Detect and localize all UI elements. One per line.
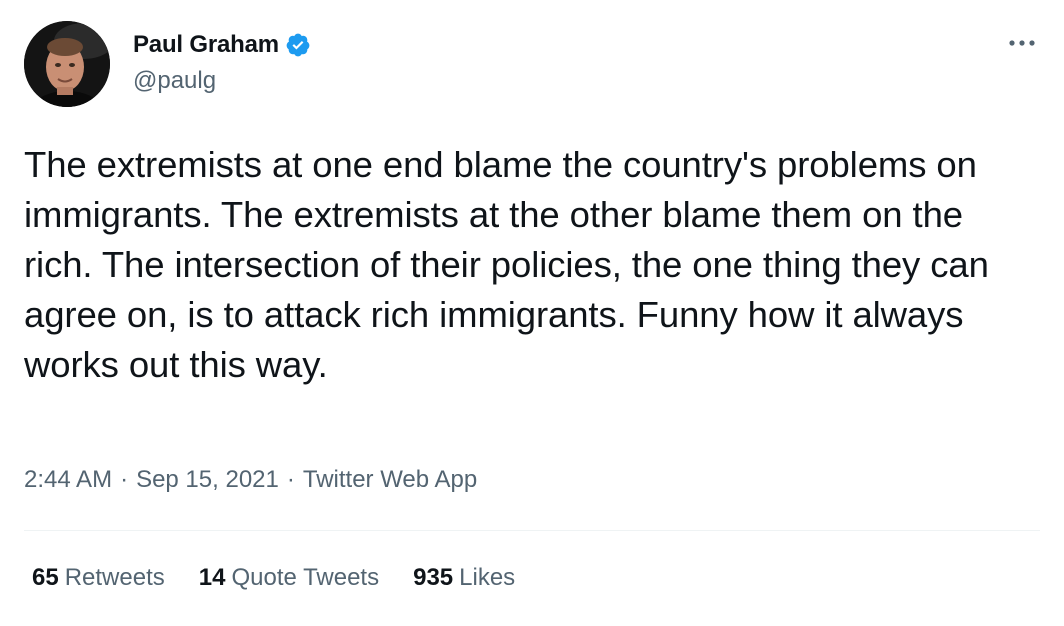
likes-label: Likes (459, 564, 516, 591)
retweets-count: 65 (32, 564, 59, 591)
more-horizontal-icon (1009, 40, 1035, 46)
more-options-button[interactable] (1004, 32, 1040, 54)
tweet-source-link[interactable]: Twitter Web App (303, 466, 477, 494)
author-block: Paul Graham @paulg (133, 29, 311, 95)
display-name[interactable]: Paul Graham (133, 31, 279, 59)
tweet-card: Paul Graham @paulg The extremists at one… (0, 0, 1064, 626)
user-handle[interactable]: @paulg (133, 67, 311, 95)
retweets-stat[interactable]: 65 Retweets (32, 564, 165, 592)
avatar[interactable] (24, 21, 110, 107)
meta-separator: · (286, 466, 295, 493)
likes-count: 935 (413, 564, 454, 591)
meta-separator: · (120, 466, 129, 493)
name-row: Paul Graham (133, 29, 311, 61)
tweet-timestamp-date[interactable]: Sep 15, 2021 (136, 466, 279, 494)
quote-tweets-stat[interactable]: 14 Quote Tweets (199, 564, 379, 592)
retweets-label: Retweets (64, 564, 165, 591)
quote-tweets-count: 14 (198, 564, 226, 591)
quote-tweets-label: Quote Tweets (231, 564, 380, 591)
avatar-photo-icon (24, 21, 110, 107)
tweet-text: The extremists at one end blame the coun… (24, 144, 989, 385)
tweet-metadata: 2:44 AM · Sep 15, 2021 · Twitter Web App (24, 466, 477, 494)
tweet-timestamp-time[interactable]: 2:44 AM (24, 466, 112, 494)
divider (24, 530, 1040, 531)
engagement-stats: 65 Retweets 14 Quote Tweets 935 Likes (32, 564, 549, 592)
verified-badge-icon (285, 32, 311, 58)
likes-stat[interactable]: 935 Likes (413, 564, 515, 592)
